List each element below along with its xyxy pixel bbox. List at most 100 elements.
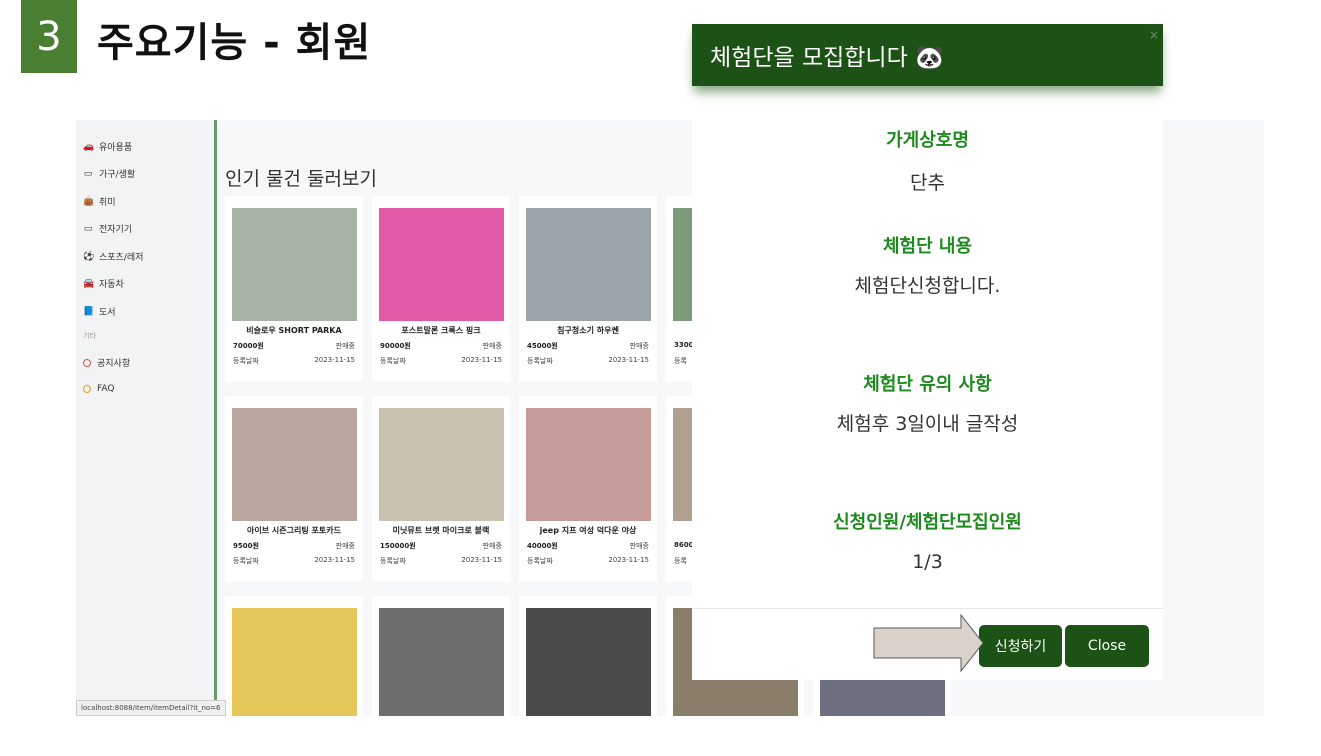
bag-icon: 👜 bbox=[83, 196, 95, 207]
sidebar-item-hobby[interactable]: 👜 취미 bbox=[83, 195, 116, 209]
product-reg-label: 등록날짜 bbox=[380, 557, 406, 565]
product-name: 포스트말론 크록스 핑크 bbox=[401, 326, 481, 335]
product-photo[interactable] bbox=[232, 608, 357, 716]
pointer-arrow-icon bbox=[873, 614, 984, 673]
recruit-modal: 체험단을 모집합니다 🐼 × 가게상호명 단추 체험단 내용 체험단신청합니다.… bbox=[692, 24, 1163, 680]
sidebar-item-sports[interactable]: ⚽ 스포츠/레저 bbox=[83, 250, 144, 264]
store-label: 가게상호명 bbox=[886, 130, 969, 151]
product-card[interactable]: jeep 지프 여성 덕다운 야상 40000원 판매중등록날짜 2023-11-15 bbox=[519, 396, 657, 582]
product-card[interactable]: 침구청소기 하우쎈 45000원 판매중등록날짜 2023-11-15 bbox=[519, 196, 657, 382]
sidebar-section-label: 기타 bbox=[83, 332, 96, 340]
product-date: 2023-11-15 bbox=[314, 356, 355, 364]
product-name: 비슬로우 SHORT PARKA bbox=[246, 326, 342, 335]
product-photo[interactable] bbox=[526, 608, 651, 716]
modal-header: 체험단을 모집합니다 🐼 × bbox=[692, 24, 1163, 86]
product-date: 2023-11-15 bbox=[314, 556, 355, 564]
product-price: 90000원 bbox=[380, 342, 411, 350]
product-name: 아이브 시즌그리팅 포토카드 bbox=[247, 526, 341, 535]
sidebar-item-furniture[interactable]: ▭ 가구/생활 bbox=[83, 167, 136, 181]
sidebar-item-label: 유아용품 bbox=[99, 143, 133, 153]
book-icon: 📘 bbox=[83, 306, 95, 317]
sidebar-item-label: FAQ bbox=[97, 384, 115, 394]
product-photo[interactable] bbox=[379, 608, 504, 716]
product-reg-label: 등록날짜 bbox=[233, 557, 259, 565]
product-status: 판매중 bbox=[629, 542, 649, 550]
product-price: 70000원 bbox=[233, 342, 264, 350]
product-date: 2023-11-15 bbox=[461, 556, 502, 564]
sidebar-item-baby[interactable]: 🚗 유아용품 bbox=[83, 140, 133, 154]
content-value: 체험단신청합니다. bbox=[854, 275, 1001, 297]
sidebar-item-label: 취미 bbox=[99, 198, 116, 208]
close-button[interactable]: Close bbox=[1065, 625, 1149, 667]
product-card[interactable]: 포스트말론 크록스 핑크 90000원 판매중등록날짜 2023-11-15 bbox=[372, 196, 510, 382]
section-title: 인기 물건 둘러보기 bbox=[225, 168, 377, 190]
count-value: 1/3 bbox=[912, 551, 943, 573]
product-price: 9500원 bbox=[233, 542, 259, 550]
product-reg-label: 등록날짜 bbox=[233, 357, 259, 365]
ball-icon: ⚽ bbox=[83, 251, 95, 262]
product-price: 8600 bbox=[674, 541, 694, 549]
content-label: 체험단 내용 bbox=[882, 236, 973, 257]
circle-icon bbox=[83, 358, 91, 367]
product-price: 3300 bbox=[674, 341, 694, 349]
product-reg-label: 등록날짜 bbox=[380, 357, 406, 365]
sidebar-item-electronics[interactable]: ▭ 전자기기 bbox=[83, 222, 133, 236]
product-card[interactable] bbox=[519, 596, 657, 716]
product-price: 150000원 bbox=[380, 542, 416, 550]
product-card[interactable]: 미닛뮤트 브렛 마이크로 블랙 150000원 판매중등록날짜 2023-11-15 bbox=[372, 396, 510, 582]
status-bar-url: localhost:8088/item/itemDetail?it_no=6 bbox=[76, 700, 226, 716]
product-status: 판매중 bbox=[335, 542, 355, 550]
sidebar: 🚗 유아용품 ▭ 가구/생활 👜 취미 ▭ 전자기기 ⚽ 스포츠/레저 🚘 자동차 📘 도서 … bbox=[76, 120, 217, 716]
store-value: 단추 bbox=[910, 172, 945, 194]
product-price: 45000원 bbox=[527, 342, 558, 350]
product-name: jeep 지프 여성 덕다운 야상 bbox=[539, 526, 637, 535]
close-icon[interactable]: × bbox=[1149, 28, 1159, 42]
product-status: 판매중 bbox=[482, 342, 502, 350]
sidebar-item-label: 공지사항 bbox=[97, 359, 131, 369]
product-date: 2023-11-15 bbox=[608, 556, 649, 564]
slide-title: 주요기능 - 회원 bbox=[97, 20, 372, 66]
slide-number-badge: 3 bbox=[21, 0, 77, 73]
product-reg-label: 등록날짜 bbox=[527, 357, 553, 365]
laptop-icon: ▭ bbox=[83, 223, 93, 234]
product-photo[interactable] bbox=[232, 208, 357, 321]
product-photo[interactable] bbox=[232, 408, 357, 521]
product-date: 2023-11-15 bbox=[461, 356, 502, 364]
product-photo[interactable] bbox=[526, 408, 651, 521]
product-name: 미닛뮤트 브렛 마이크로 블랙 bbox=[392, 526, 490, 535]
product-photo[interactable] bbox=[379, 408, 504, 521]
product-status: 판매중 bbox=[335, 342, 355, 350]
modal-title: 체험단을 모집합니다 🐼 bbox=[710, 45, 944, 71]
sidebar-item-notice[interactable]: 공지사항 bbox=[83, 356, 130, 369]
sidebar-item-faq[interactable]: FAQ bbox=[83, 384, 114, 394]
monitor-icon: ▭ bbox=[83, 168, 93, 179]
product-status: 판매중 bbox=[629, 342, 649, 350]
car-icon: 🚘 bbox=[83, 278, 95, 289]
stroller-icon: 🚗 bbox=[83, 141, 95, 152]
notice-value: 체험후 3일이내 글작성 bbox=[836, 413, 1019, 435]
product-card[interactable] bbox=[225, 596, 363, 716]
sidebar-item-car[interactable]: 🚘 자동차 bbox=[83, 277, 124, 291]
sidebar-item-label: 전자기기 bbox=[99, 225, 133, 235]
count-label: 신청인원/체험단모집인원 bbox=[833, 512, 1022, 533]
product-card[interactable]: 비슬로우 SHORT PARKA 70000원 판매중등록날짜 2023-11-15 bbox=[225, 196, 363, 382]
product-card[interactable]: 아이브 시즌그리팅 포토카드 9500원 판매중등록날짜 2023-11-15 bbox=[225, 396, 363, 582]
apply-button[interactable]: 신청하기 bbox=[979, 625, 1062, 667]
product-reg-label: 등록 bbox=[674, 557, 687, 565]
product-photo[interactable] bbox=[526, 208, 651, 321]
sidebar-item-label: 가구/생활 bbox=[99, 170, 136, 180]
product-name: 침구청소기 하우쎈 bbox=[557, 326, 619, 335]
notice-label: 체험단 유의 사항 bbox=[863, 374, 992, 395]
product-date: 2023-11-15 bbox=[608, 356, 649, 364]
sidebar-item-label: 도서 bbox=[99, 308, 116, 318]
product-photo[interactable] bbox=[379, 208, 504, 321]
product-reg-label: 등록날짜 bbox=[527, 557, 553, 565]
product-reg-label: 등록 bbox=[674, 357, 687, 365]
circle-icon bbox=[83, 385, 91, 393]
sidebar-item-books[interactable]: 📘 도서 bbox=[83, 305, 116, 319]
sidebar-item-label: 스포츠/레저 bbox=[99, 253, 144, 263]
sidebar-item-label: 자동차 bbox=[99, 280, 124, 290]
product-price: 40000원 bbox=[527, 542, 558, 550]
product-card[interactable] bbox=[372, 596, 510, 716]
product-status: 판매중 bbox=[482, 542, 502, 550]
